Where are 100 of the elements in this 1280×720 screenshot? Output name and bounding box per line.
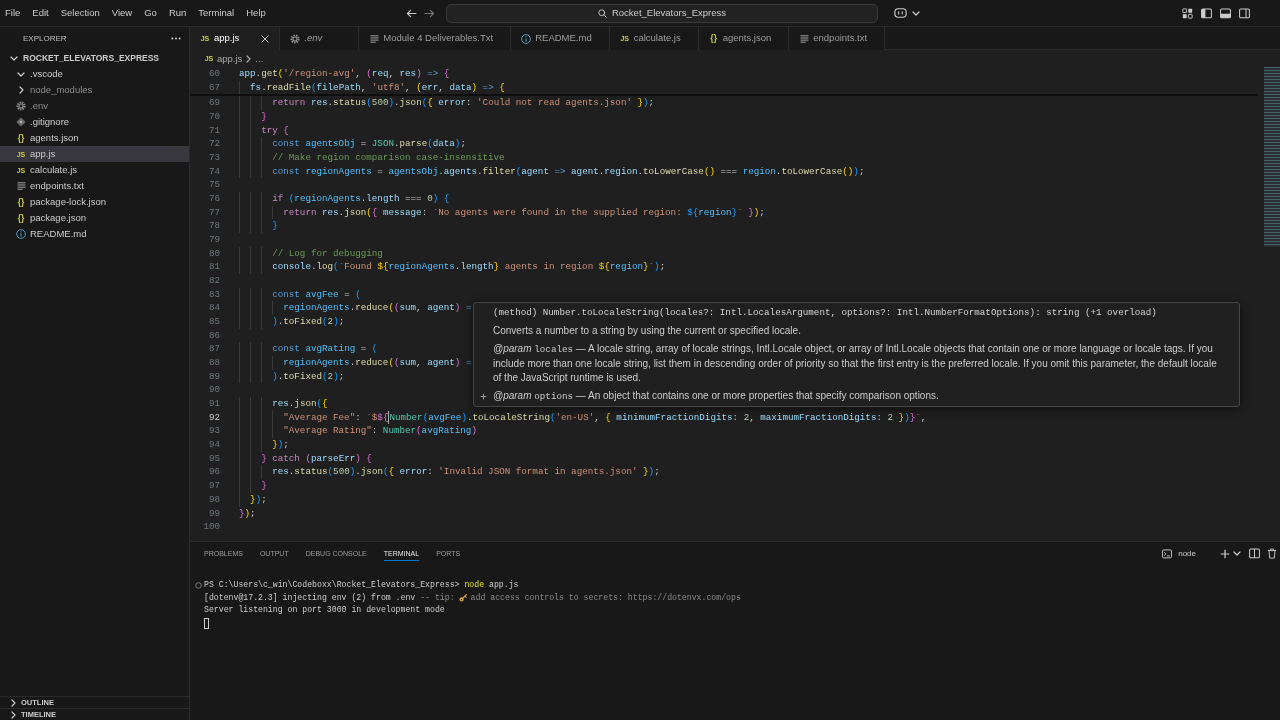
terminal-line: add access controls to secrets: https://dotenvx.com/ops: [470, 591, 741, 604]
code-line: // Log for debugging: [272, 246, 383, 261]
code-line: } catch (parseErr) {: [261, 451, 372, 466]
line-number: 77: [207, 205, 220, 220]
menu-item[interactable]: Edit: [27, 3, 54, 23]
terminal-line: Server listening on port 3000 in development mode: [204, 604, 445, 617]
code-line: return res.status(500).json({ error: 'Could not read agents.json' });: [272, 96, 655, 111]
code-line: console.log(`Found ${regionAgents.length} agents in region ${region}`);: [272, 260, 666, 275]
line-number: 81: [207, 260, 220, 275]
braces-icon: {}: [17, 213, 25, 223]
code-line: if (regionAgents.length === 0) {: [272, 192, 450, 206]
panel-bottom-icon[interactable]: [1220, 7, 1231, 19]
param-description: @param locales — A locale string, array of locale strings, Intl.Locale object, or array of Intl.Locale objects that contain one or more language or locale tags. If you include more than one locale string, list them in descending order of priority so that the first entry is the preferred locale. If you omit this parameter, the default locale of the JavaScript runtime is used.: [493, 342, 1218, 385]
line-number: 70: [207, 110, 220, 124]
code-line: regionAgents.reduce((sum, agent) =: [283, 356, 472, 370]
code-line: }: [261, 479, 267, 493]
terminal-line: [dotenv@17.2.3] injecting env (2) from .env -- tip:: [204, 591, 455, 604]
text-caret: [388, 410, 390, 425]
code-line: res.status(500).json({ error: 'Invalid JSON format in agents.json' });: [272, 465, 660, 480]
menu-item[interactable]: View: [106, 3, 138, 23]
code-line: const avgFee = (: [272, 287, 361, 302]
terminal-cursor: [204, 617, 209, 629]
code-line: ).toFixed(2);: [272, 315, 345, 329]
line-number: 84: [207, 301, 220, 316]
code-line: try {: [261, 123, 289, 138]
explorer-item[interactable]: {} package-lock.json: [0, 194, 189, 210]
menu-item[interactable]: Run: [163, 3, 192, 23]
trash-icon[interactable]: [1267, 548, 1277, 559]
line-number: 89: [207, 369, 220, 384]
sidebar-left-icon[interactable]: [1201, 7, 1212, 19]
panel-title: EXPLORER: [23, 34, 67, 43]
chevron-down-icon[interactable]: [1233, 551, 1241, 556]
menu-item[interactable]: Selection: [55, 3, 105, 23]
explorer-item[interactable]: .vscode: [0, 66, 189, 82]
code-line: });: [272, 438, 289, 452]
menu-item[interactable]: Terminal: [193, 3, 240, 23]
explorer-item[interactable]: .gitignore: [0, 114, 189, 130]
line-number: 87: [207, 342, 220, 357]
line-number: 83: [207, 287, 220, 302]
line-number: 67: [207, 80, 220, 95]
sidebar-right-icon[interactable]: [1239, 7, 1250, 19]
command-center[interactable]: Rocket_Elevators_Express: [446, 3, 878, 23]
editor-tab[interactable]: README.md: [511, 27, 610, 50]
param-description: @param options — An object that contains one or more properties that specify comparison options.: [493, 389, 940, 404]
key-icon: [458, 593, 467, 602]
line-number: 79: [207, 233, 220, 247]
explorer-item[interactable]: README.md: [0, 226, 189, 242]
explorer-item[interactable]: .env: [0, 98, 189, 114]
editor-tab[interactable]: endpoints.txt: [789, 27, 886, 50]
explorer-item[interactable]: node_modules: [0, 82, 189, 98]
editor-tab[interactable]: .env: [280, 27, 360, 50]
editor-tab[interactable]: Module 4 Deliverables.Txt: [359, 27, 512, 50]
code-line: const agentsObj = JSON.parse(data);: [272, 137, 466, 152]
code-line: app.get('/region-avg', (req, res) => {: [239, 67, 450, 81]
line-number: 73: [207, 151, 220, 165]
code-line: ).toFixed(2);: [272, 369, 345, 384]
explorer-item[interactable]: {} package.json: [0, 210, 189, 226]
plus-icon[interactable]: [480, 393, 487, 400]
close-icon[interactable]: [261, 34, 270, 43]
menu-item[interactable]: File: [0, 3, 26, 23]
columns-icon[interactable]: [1249, 548, 1260, 559]
gear-icon: [16, 101, 26, 111]
chevron-down-icon[interactable]: [912, 10, 920, 16]
shell-selector[interactable]: node: [1162, 548, 1196, 559]
line-number: 71: [207, 123, 220, 138]
line-number: 90: [207, 383, 220, 398]
line-number: 76: [207, 192, 220, 206]
line-number: 97: [207, 479, 220, 493]
arrow-right-icon[interactable]: [424, 8, 435, 18]
code-line: res.json({: [272, 397, 328, 411]
line-number: 93: [207, 424, 220, 439]
menu-item[interactable]: Help: [241, 3, 271, 23]
plus-icon[interactable]: [1220, 548, 1230, 559]
robot-icon[interactable]: [894, 8, 907, 18]
project-folder[interactable]: ROCKET_ELEVATORS_EXPRESS: [0, 50, 189, 66]
line-number: 82: [207, 274, 220, 288]
search-icon: [597, 8, 607, 18]
explorer-item[interactable]: {} agents.json: [0, 130, 189, 146]
line-number: 88: [207, 356, 220, 370]
code-line: Number(avgFee).toLocaleString('en-US', { minimumFractionDigits: 2, maximumFractionDigits: 2 })}`,: [389, 410, 927, 425]
arrow-left-icon[interactable]: [406, 8, 417, 18]
editor-tab[interactable]: {} agents.json: [698, 27, 790, 50]
terminal-icon: [1162, 548, 1173, 559]
line-number: 74: [207, 164, 220, 179]
line-number: 95: [207, 451, 220, 466]
breadcrumb-item[interactable]: ...: [255, 53, 264, 64]
layout-icon[interactable]: [1182, 7, 1193, 19]
terminal-line: PS C:\Users\c_win\Codeboxx\Rocket_Elevators_Express> node app.js: [204, 579, 519, 591]
code-line: const regionAgents = agentsObj.agents.filter(agent => agent.region.toLowerCase() === region.toLowerCase());: [272, 164, 865, 179]
code-line: }: [261, 110, 267, 124]
more-icon[interactable]: [171, 37, 181, 40]
line-number: 94: [207, 438, 220, 452]
line-number: 75: [207, 178, 220, 193]
braces-icon: {}: [710, 34, 717, 43]
code-line: }: [272, 219, 278, 234]
code-line: "Average Fee": `$${: [283, 410, 389, 425]
line-number: 100: [202, 520, 220, 534]
explorer-item[interactable]: endpoints.txt: [0, 178, 189, 194]
diamond-icon: [16, 117, 26, 127]
menu-item[interactable]: Go: [139, 3, 162, 23]
